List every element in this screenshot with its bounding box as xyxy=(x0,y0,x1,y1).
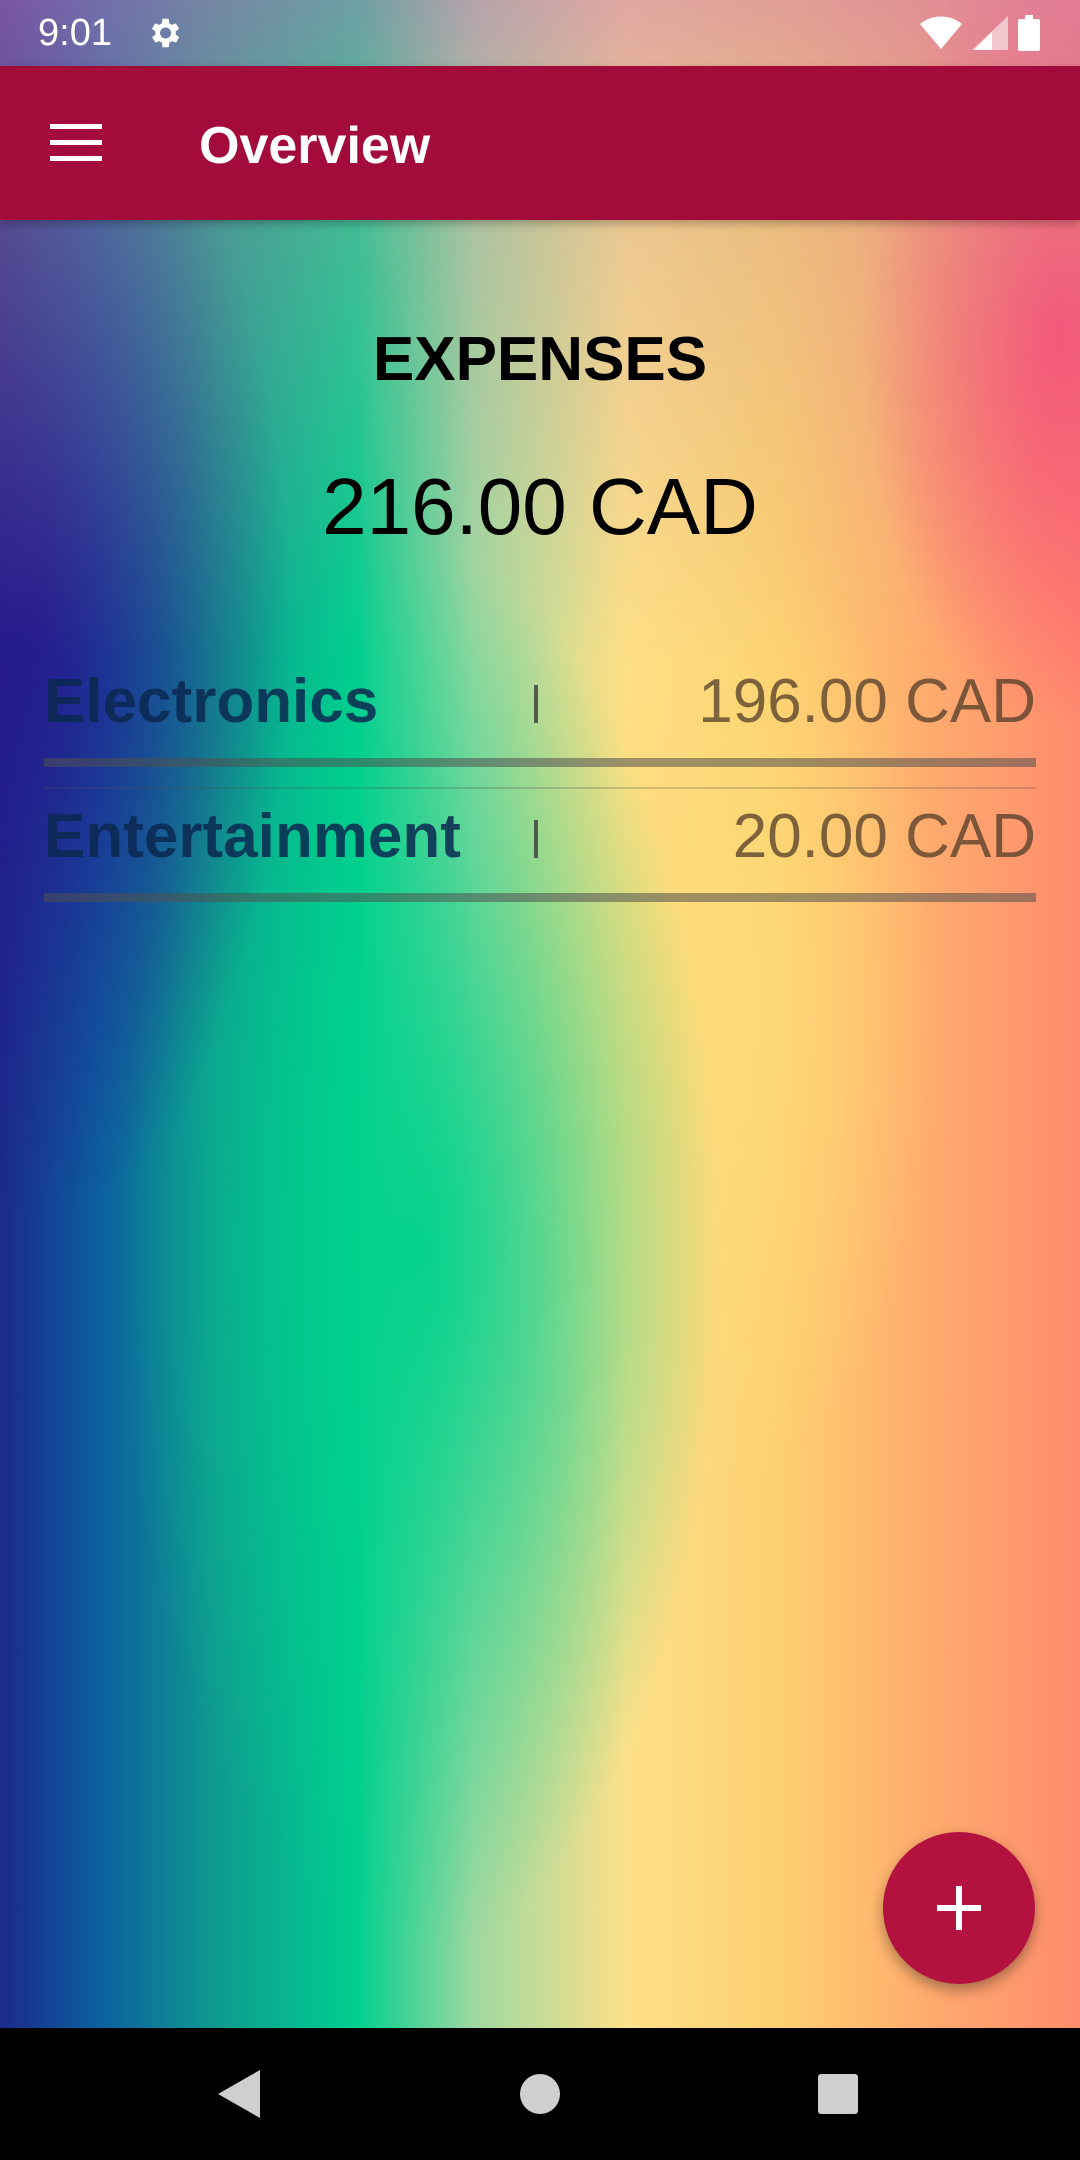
recents-icon xyxy=(818,2074,858,2114)
category-amount: 20.00 CAD xyxy=(732,802,1036,871)
category-amount: 196.00 CAD xyxy=(698,667,1036,736)
expenses-heading: EXPENSES xyxy=(372,325,708,394)
signal-icon xyxy=(972,16,1008,50)
row-divider xyxy=(44,787,1036,789)
settings-icon xyxy=(151,18,180,48)
recents-button[interactable] xyxy=(808,2064,868,2124)
status-time: 9:01 xyxy=(38,12,112,54)
back-button[interactable] xyxy=(210,2064,270,2124)
app-title: Overview xyxy=(199,117,431,175)
status-icons xyxy=(920,14,1040,52)
navigation-bar xyxy=(0,2028,1080,2160)
category-progress-bar xyxy=(44,893,1036,902)
category-name: Entertainment xyxy=(44,802,461,871)
app-bar: Overview xyxy=(0,66,1080,220)
category-row-electronics[interactable]: Electronics 196.00 CAD xyxy=(44,657,1036,747)
category-progress-bar xyxy=(44,758,1036,767)
menu-icon xyxy=(50,124,102,161)
category-name: Electronics xyxy=(44,667,379,736)
battery-icon xyxy=(1018,15,1040,51)
home-icon xyxy=(520,2074,560,2114)
plus-icon xyxy=(937,1886,981,1930)
category-separator xyxy=(534,820,538,858)
screen: 9:01 Overview EXPENSES 216.00 CAD Electr… xyxy=(0,0,1080,2160)
wifi-icon xyxy=(920,16,962,49)
category-separator xyxy=(534,685,538,723)
expenses-total: 216.00 CAD xyxy=(322,462,758,551)
add-expense-button[interactable] xyxy=(883,1832,1035,1984)
menu-button[interactable] xyxy=(36,105,116,181)
category-row-entertainment[interactable]: Entertainment 20.00 CAD xyxy=(44,792,1036,882)
back-icon xyxy=(218,2070,260,2118)
home-button[interactable] xyxy=(510,2064,570,2124)
status-bar: 9:01 xyxy=(0,0,1080,66)
